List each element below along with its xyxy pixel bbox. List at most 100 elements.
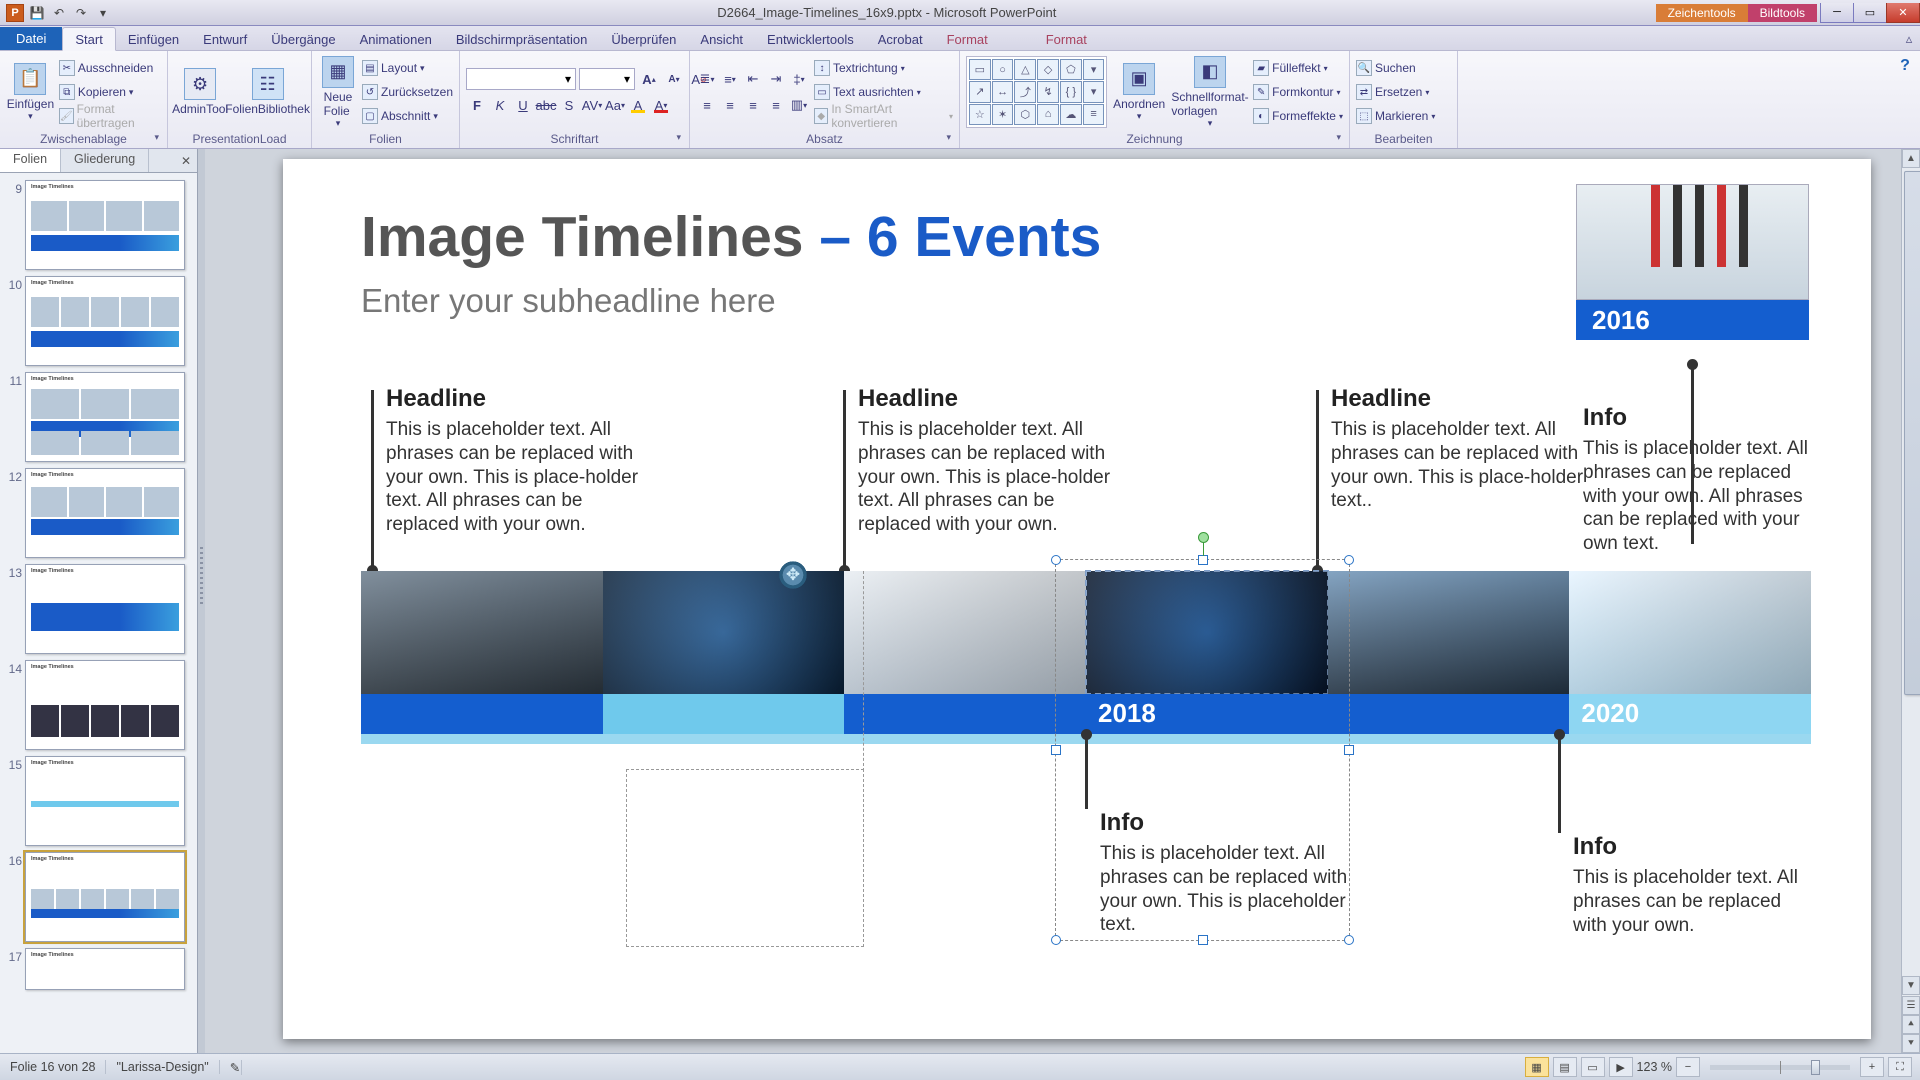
view-slideshow[interactable]: ▶ (1609, 1057, 1633, 1077)
tab-animations[interactable]: Animationen (348, 28, 444, 50)
selection-box[interactable] (1055, 559, 1350, 941)
font-size-combo[interactable]: ▾ (579, 68, 635, 90)
tab-review[interactable]: Überprüfen (599, 28, 688, 50)
slide-subtitle[interactable]: Enter your subheadline here (361, 282, 776, 320)
slide-title[interactable]: Image Timelines – 6 Events (361, 204, 1101, 270)
callout-info-right[interactable]: InfoThis is placeholder text. All phrase… (1583, 404, 1813, 556)
align-center[interactable]: ≡ (719, 94, 741, 116)
tab-start[interactable]: Start (62, 27, 115, 51)
grow-font[interactable]: A▴ (638, 68, 660, 90)
panel-close[interactable]: ✕ (175, 149, 197, 172)
columns-button[interactable]: ▥▾ (788, 94, 810, 116)
tab-acrobat[interactable]: Acrobat (866, 28, 935, 50)
view-normal[interactable]: ▦ (1525, 1057, 1549, 1077)
dec-indent[interactable]: ⇤ (742, 68, 764, 90)
zoom-in[interactable]: + (1860, 1057, 1884, 1077)
cut-button[interactable]: ✂Ausschneiden (59, 57, 161, 79)
window-minimize[interactable]: ─ (1820, 3, 1854, 23)
layout-button[interactable]: ▤Layout▾ (362, 57, 453, 79)
tab-developer[interactable]: Entwicklertools (755, 28, 866, 50)
copy-button[interactable]: ⧉Kopieren▾ (59, 81, 161, 103)
change-case[interactable]: Aa▾ (604, 94, 626, 116)
thumb-10[interactable]: Image Timelines (25, 276, 185, 366)
timeline-img-1[interactable] (603, 571, 845, 694)
timeline-img-2[interactable] (844, 571, 1086, 694)
align-right[interactable]: ≡ (742, 94, 764, 116)
section-button[interactable]: ▢Abschnitt▾ (362, 105, 453, 127)
qat-undo[interactable]: ↶ (50, 4, 68, 22)
tab-design[interactable]: Entwurf (191, 28, 259, 50)
bold-button[interactable]: F (466, 94, 488, 116)
convert-smartart[interactable]: ◆In SmartArt konvertieren▾ (814, 105, 953, 127)
window-maximize[interactable]: ▭ (1853, 3, 1887, 23)
view-sorter[interactable]: ▤ (1553, 1057, 1577, 1077)
tab-file[interactable]: Datei (0, 27, 62, 50)
editor-scrollbar-v[interactable]: ▲ ▼ ☰ ⯅ ⯆ (1901, 149, 1920, 1053)
timeline-img-4[interactable] (1328, 571, 1570, 694)
highlight-button[interactable]: A (627, 94, 649, 116)
new-slide-button[interactable]: ▦Neue Folie▾ (318, 54, 358, 131)
admintool-button[interactable]: ⚙AdminTool (174, 66, 226, 118)
thumb-16[interactable]: Image Timelines (25, 852, 185, 942)
view-reading[interactable]: ▭ (1581, 1057, 1605, 1077)
inc-indent[interactable]: ⇥ (765, 68, 787, 90)
tab-format-draw[interactable]: Format (935, 28, 1000, 50)
select-button[interactable]: ⬚Markieren▾ (1356, 105, 1435, 127)
panel-tab-slides[interactable]: Folien (0, 149, 61, 172)
thumb-11[interactable]: Image Timelines (25, 372, 185, 462)
callout-3[interactable]: HeadlineThis is placeholder text. All ph… (1331, 385, 1601, 513)
thumb-14[interactable]: Image Timelines (25, 660, 185, 750)
align-text[interactable]: ▭Text ausrichten▾ (814, 81, 953, 103)
quick-styles-button[interactable]: ◧Schnellformat- vorlagen▾ (1171, 54, 1249, 131)
format-painter-button[interactable]: 🖌Format übertragen (59, 105, 161, 127)
ribbon-minimize[interactable]: ▵ (1898, 28, 1920, 50)
slide-canvas[interactable]: Image Timelines – 6 Events Enter your su… (283, 159, 1871, 1039)
zoom-fit[interactable]: ⛶ (1888, 1057, 1912, 1077)
shapes-gallery[interactable]: ▭○△◇⬠▾ ↗↔⤴↯{ }▾ ☆✶⬡⌂☁≡ (966, 56, 1107, 128)
tab-insert[interactable]: Einfügen (116, 28, 191, 50)
callout-1[interactable]: HeadlineThis is placeholder text. All ph… (386, 385, 656, 537)
tab-view[interactable]: Ansicht (688, 28, 755, 50)
underline-button[interactable]: U (512, 94, 534, 116)
qat-save[interactable]: 💾 (28, 4, 46, 22)
thumb-13[interactable]: Image Timelines (25, 564, 185, 654)
text-direction[interactable]: ↕Textrichtung▾ (814, 57, 953, 79)
align-justify[interactable]: ≡ (765, 94, 787, 116)
callout-info-2[interactable]: InfoThis is placeholder text. All phrase… (1573, 833, 1813, 937)
thumb-15[interactable]: Image Timelines (25, 756, 185, 846)
zoom-out[interactable]: − (1676, 1057, 1700, 1077)
qat-customize[interactable]: ▾ (94, 4, 112, 22)
tab-transitions[interactable]: Übergänge (259, 28, 347, 50)
callout-2[interactable]: HeadlineThis is placeholder text. All ph… (858, 385, 1128, 537)
font-color-button[interactable]: A▾ (650, 94, 672, 116)
timeline-img-5[interactable] (1569, 571, 1811, 694)
window-close[interactable]: ✕ (1886, 3, 1920, 23)
help-button[interactable]: ? (1894, 55, 1916, 77)
thumb-9[interactable]: Image Timelines (25, 180, 185, 270)
arrange-button[interactable]: ▣Anordnen▾ (1111, 61, 1166, 124)
shape-fill[interactable]: ▰Fülleffekt▾ (1253, 57, 1343, 79)
shadow-button[interactable]: S (558, 94, 580, 116)
panel-tab-outline[interactable]: Gliederung (61, 149, 149, 172)
align-left[interactable]: ≡ (696, 94, 718, 116)
reset-button[interactable]: ↺Zurücksetzen (362, 81, 453, 103)
shape-outline[interactable]: ✎Formkontur▾ (1253, 81, 1343, 103)
font-family-combo[interactable]: ▾ (466, 68, 576, 90)
timeline-img-0[interactable] (361, 571, 603, 694)
thumb-12[interactable]: Image Timelines (25, 468, 185, 558)
thumb-17[interactable]: Image Timelines (25, 948, 185, 990)
numbering-button[interactable]: ≡▾ (719, 68, 741, 90)
replace-button[interactable]: ⇄Ersetzen▾ (1356, 81, 1435, 103)
strike-button[interactable]: abc (535, 94, 557, 116)
shape-effects[interactable]: ◐Formeffekte▾ (1253, 105, 1343, 127)
folienbibliothek-button[interactable]: ☷FolienBibliothek (230, 66, 305, 118)
shrink-font[interactable]: A▾ (663, 68, 685, 90)
zoom-slider[interactable] (1710, 1065, 1850, 1070)
spacing-button[interactable]: AV▾ (581, 94, 603, 116)
linespace-button[interactable]: ‡▾ (788, 68, 810, 90)
italic-button[interactable]: K (489, 94, 511, 116)
tab-format-picture[interactable]: Format (1034, 28, 1099, 50)
find-button[interactable]: 🔍Suchen (1356, 57, 1435, 79)
tab-slideshow[interactable]: Bildschirmpräsentation (444, 28, 600, 50)
status-lang-icon[interactable]: ✎ (220, 1060, 242, 1075)
